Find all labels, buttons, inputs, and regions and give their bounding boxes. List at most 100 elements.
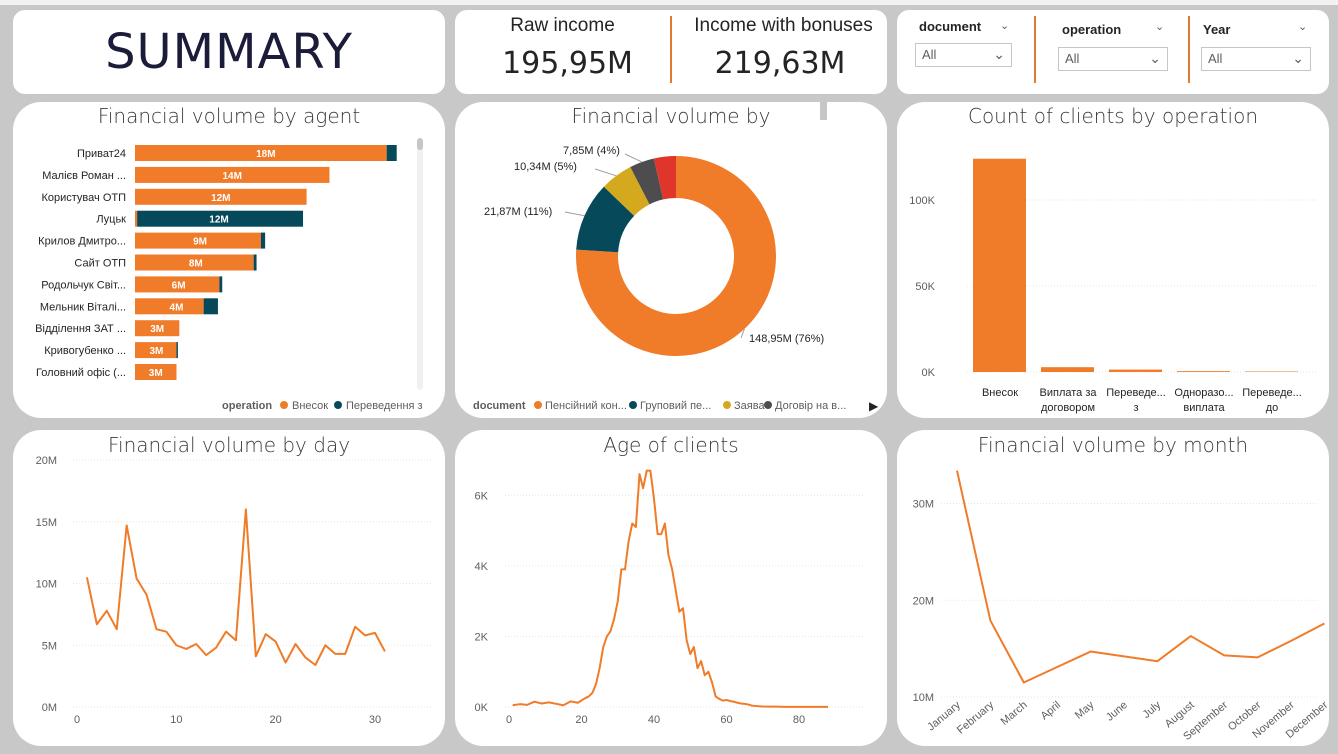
donut-leader-line: [564, 211, 585, 217]
ops-category-label: Переведе...: [1242, 387, 1302, 399]
chevron-down-icon[interactable]: ⌄: [1000, 19, 1009, 32]
donut-legend-dot: [723, 401, 731, 409]
x-tick-label: 0: [74, 714, 80, 726]
kpi-divider: [670, 16, 672, 83]
ops-category-label: договором: [1041, 402, 1095, 414]
agent-label: Кривогубенко ...: [44, 345, 126, 357]
y-tick-label: 15M: [36, 517, 57, 529]
y-tick-label: 2K: [475, 631, 489, 643]
y-tick-label: 10M: [913, 692, 934, 704]
legend-dot-perevedennia: [334, 401, 342, 409]
slicer-document-dropdown[interactable]: All ⌄: [915, 43, 1012, 67]
month-tick-label: May: [1073, 699, 1097, 722]
donut-legend-title: document: [473, 400, 526, 412]
chevron-down-icon[interactable]: ⌄: [1155, 20, 1164, 33]
y-tick-label: 6K: [475, 490, 489, 502]
agent-bar-perevedennia: [386, 145, 397, 161]
agent-chart[interactable]: Приват24 18M Малієв Роман ... 14M Користувач…: [13, 102, 445, 418]
x-tick-label: 80: [793, 714, 805, 726]
month-tick-label: February: [955, 699, 997, 737]
agent-bar-perevedennia: [176, 342, 178, 359]
clients-operation-chart[interactable]: 0K 50K 100K Внесок Виплата за договором Переве…: [897, 102, 1329, 418]
ops-category-label: до: [1266, 402, 1279, 414]
slicers-card: document ⌄ All ⌄ operation ⌄ All ⌄ Year ⌄ …: [897, 10, 1329, 94]
slicer-operation-value: All: [1065, 51, 1080, 66]
ops-ytick: 100K: [909, 195, 935, 207]
agent-label: Приват24: [77, 148, 126, 160]
agent-label: Луцьк: [96, 214, 126, 226]
month-chart-card: Financial volume by month 10M 20M 30M Janua…: [897, 430, 1329, 746]
document-donut-card: Financial volume by 148,95M (76%) 21,87M …: [455, 102, 887, 418]
series-line: [512, 469, 828, 708]
day-chart-card: Financial volume by day 0M 5M 10M 15M 20M 0 10…: [13, 430, 445, 746]
slicer-document-title: document: [919, 19, 982, 34]
ops-category-label: Внесок: [982, 387, 1018, 399]
donut-leader-line: [594, 168, 617, 177]
agent-label: Користувач ОТП: [41, 192, 126, 204]
bonus-income-label: Income with bonuses: [694, 15, 873, 36]
slicer-divider: [1034, 16, 1036, 83]
ops-category-label: Переведе...: [1106, 387, 1166, 399]
month-tick-label: July: [1141, 699, 1164, 721]
agent-data-label: 3M: [150, 324, 164, 335]
x-tick-label: 40: [648, 714, 660, 726]
agent-label: Відділення ЗАТ ...: [35, 323, 126, 335]
ribbon-strip: [0, 0, 1338, 5]
month-tick-label: June: [1104, 699, 1130, 724]
series-line: [85, 508, 386, 667]
month-chart[interactable]: 10M20M30MJanuaryFebruary March April May Jun…: [897, 430, 1329, 746]
agent-label: Головний офіс (...: [36, 367, 126, 379]
y-tick-label: 0M: [42, 702, 57, 714]
slicer-year-value: All: [1208, 51, 1223, 66]
legend-next-arrow-icon: ▶: [869, 399, 879, 413]
age-chart[interactable]: 0K 2K 4K 6K 0 20 40 60 80: [455, 430, 887, 746]
month-tick-label: March: [999, 699, 1030, 728]
agent-chart-card: Financial volume by agent Приват24 18M Мал…: [13, 102, 445, 418]
agent-bar-perevedennia: [253, 254, 257, 271]
slicer-operation-title: operation: [1062, 22, 1122, 37]
y-tick-label: 10M: [36, 579, 57, 591]
slicer-year-dropdown[interactable]: All ⌄: [1201, 47, 1311, 71]
chevron-down-icon[interactable]: ⌄: [1298, 20, 1307, 33]
raw-income-label: Raw income: [510, 15, 615, 36]
slicer-year-title: Year: [1203, 22, 1231, 37]
agent-legend-item: Внесок: [292, 400, 328, 412]
donut-legend-item: Договір на в...: [775, 400, 846, 412]
agent-scrollbar: [417, 138, 423, 390]
donut-chart[interactable]: 148,95M (76%) 21,87M (11%) 10,34M (5%) 7,85…: [455, 102, 887, 418]
ops-bar: [1177, 371, 1230, 372]
donut-legend-item: Заява: [734, 400, 765, 412]
y-tick-label: 5M: [42, 640, 57, 652]
x-tick-label: 30: [369, 714, 381, 726]
day-chart[interactable]: 0M 5M 10M 15M 20M 0 10 20 30: [13, 430, 445, 746]
slicer-divider: [1188, 16, 1190, 83]
clients-operation-card: Count of clients by operation 0K 50K 100K В…: [897, 102, 1329, 418]
agent-label: Сайт ОТП: [74, 258, 126, 270]
y-tick-label: 20M: [913, 595, 934, 607]
agent-bar-perevedennia: [203, 298, 218, 315]
donut-legend-dot: [629, 401, 637, 409]
summary-title: SUMMARY: [105, 24, 353, 80]
x-tick-label: 60: [720, 714, 732, 726]
donut-data-label: 21,87M (11%): [484, 206, 552, 218]
slicer-operation-dropdown[interactable]: All ⌄: [1058, 47, 1168, 71]
donut-leader-line: [624, 153, 643, 163]
agent-data-label: 4M: [170, 302, 184, 313]
age-chart-card: Age of clients 0K 2K 4K 6K 0 20 40 60 80: [455, 430, 887, 746]
x-tick-label: 20: [270, 714, 282, 726]
agent-data-label: 6M: [172, 280, 186, 291]
raw-income-value: 195,95M: [502, 46, 633, 81]
kpi-card: Raw income 195,95M Income with bonuses 2…: [455, 10, 887, 94]
x-tick-label: 10: [170, 714, 182, 726]
legend-dot-vnesok: [280, 401, 288, 409]
agent-data-label: 14M: [223, 171, 242, 182]
bonus-income-value: 219,63M: [714, 46, 846, 81]
y-tick-label: 30M: [913, 499, 934, 511]
donut-data-label: 10,34M (5%): [514, 161, 577, 173]
agent-label: Родольчук Світ...: [41, 279, 126, 291]
donut-scroll-handle: [820, 102, 827, 120]
agent-label: Крилов Дмитро...: [38, 236, 126, 248]
donut-legend-dot: [534, 401, 542, 409]
chevron-down-icon: ⌄: [993, 46, 1005, 62]
chevron-down-icon: ⌄: [1149, 50, 1161, 66]
